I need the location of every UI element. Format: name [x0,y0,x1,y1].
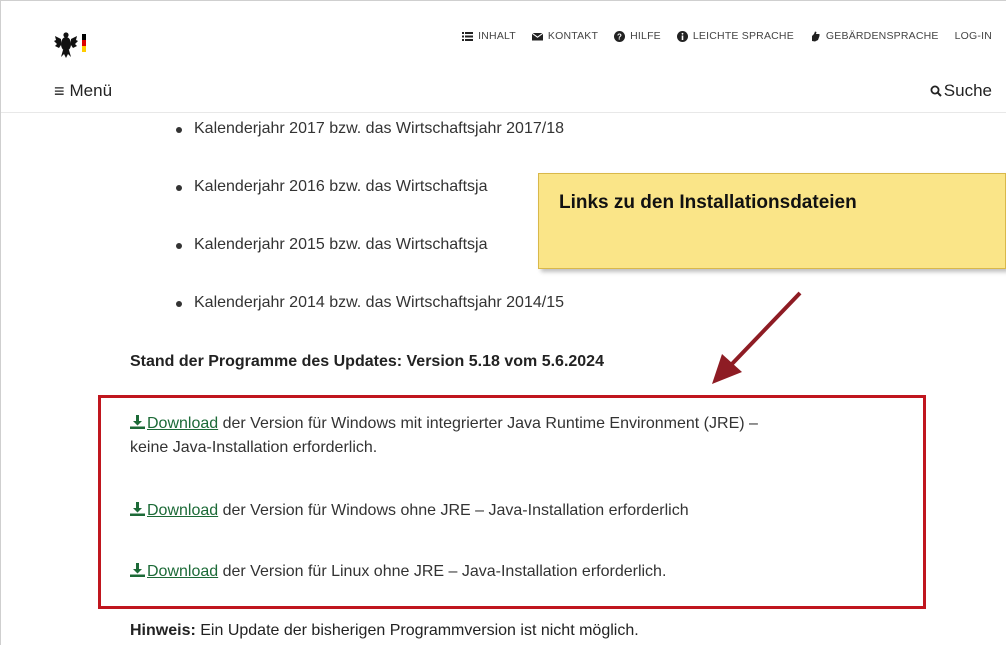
download-item-windows-jre: Download der Version für Windows mit int… [130,412,910,460]
header-divider [1,112,1006,113]
download-icon [130,502,145,516]
callout-text: Links zu den Installationsdateien [559,192,857,213]
util-item-leichte-sprache[interactable]: LEICHTE SPRACHE [676,30,794,42]
hand-icon [811,31,820,41]
download-description: der Version für Linux ohne JRE – Java-In… [218,563,667,580]
info-icon [676,30,688,42]
hint-text: Ein Update der bisherigen Programmversio… [195,622,639,639]
util-label-hilfe: HILFE [630,30,661,42]
list-item[interactable]: Kalenderjahr 2015 bzw. das Wirtschaftsja [170,232,564,290]
util-item-hilfe[interactable]: ? HILFE [614,30,661,42]
search-button[interactable]: Suche [930,81,992,101]
menu-button[interactable]: ≡ Menü [54,81,112,101]
eagle-icon [54,32,86,58]
util-label-kontakt: KONTAKT [547,30,599,42]
program-status: Stand der Programme des Updates: Version… [130,353,604,370]
bullet [176,243,182,249]
download-icon [130,563,145,577]
download-item-windows: Download der Version für Windows ohne JR… [130,499,910,523]
download-icon [130,415,145,429]
envelope-icon [531,32,543,40]
annotation-arrow-icon [712,291,802,384]
list-item[interactable]: Kalenderjahr 2017 bzw. das Wirtschaftsja… [170,116,564,174]
bullet [176,185,182,191]
util-item-inhalt[interactable]: INHALT [462,30,516,42]
util-item-login[interactable]: LOG-IN [955,30,992,42]
bullet [176,301,182,307]
hamburger-icon: ≡ [54,81,65,101]
download-link[interactable]: Download [147,415,218,432]
menu-label: Menü [69,81,113,100]
util-label-inhalt: INHALT [478,30,516,42]
annotation-callout: Links zu den Installationsdateien [538,173,1006,269]
download-description: der Version für Windows ohne JRE – Java-… [218,502,689,519]
federal-eagle-logo[interactable] [54,30,88,62]
download-description: der Version für Windows mit integrierter… [218,415,758,432]
year-list: Kalenderjahr 2017 bzw. das Wirtschaftsja… [170,116,564,348]
util-item-kontakt[interactable]: KONTAKT [531,30,599,42]
search-icon [930,85,942,97]
svg-text:?: ? [617,32,622,41]
download-link[interactable]: Download [147,563,218,580]
bullet [176,127,182,133]
utility-nav: INHALT KONTAKT ? HILFE LEICHTE SPRACHE G… [462,30,992,42]
download-item-linux: Download der Version für Linux ohne JRE … [130,560,910,584]
year-item-text: Kalenderjahr 2015 bzw. das Wirtschaftsja [194,236,488,253]
search-label: Suche [943,81,992,100]
year-item-text: Kalenderjahr 2016 bzw. das Wirtschaftsja [194,178,488,195]
year-item-text: Kalenderjahr 2017 bzw. das Wirtschaftsja… [194,120,564,137]
list-item[interactable]: Kalenderjahr 2014 bzw. das Wirtschaftsja… [170,290,564,348]
util-label-login: LOG-IN [954,30,992,42]
util-item-gebaerdensprache[interactable]: GEBÄRDENSPRACHE [810,30,939,42]
download-link[interactable]: Download [147,502,218,519]
frame-left-border [0,0,1,645]
hint-label: Hinweis: [130,622,196,639]
download-description-continued: keine Java-Installation erforderlich. [130,439,378,456]
util-label-leichte-sprache: LEICHTE SPRACHE [692,30,794,42]
util-label-gebaerdensprache: GEBÄRDENSPRACHE [825,30,939,42]
help-icon: ? [614,30,626,42]
year-item-text: Kalenderjahr 2014 bzw. das Wirtschaftsja… [194,294,564,311]
list-icon [462,31,474,41]
frame-top-border [0,0,1006,1]
list-item[interactable]: Kalenderjahr 2016 bzw. das Wirtschaftsja [170,174,564,232]
update-hint: Hinweis: Ein Update der bisherigen Progr… [130,622,639,640]
